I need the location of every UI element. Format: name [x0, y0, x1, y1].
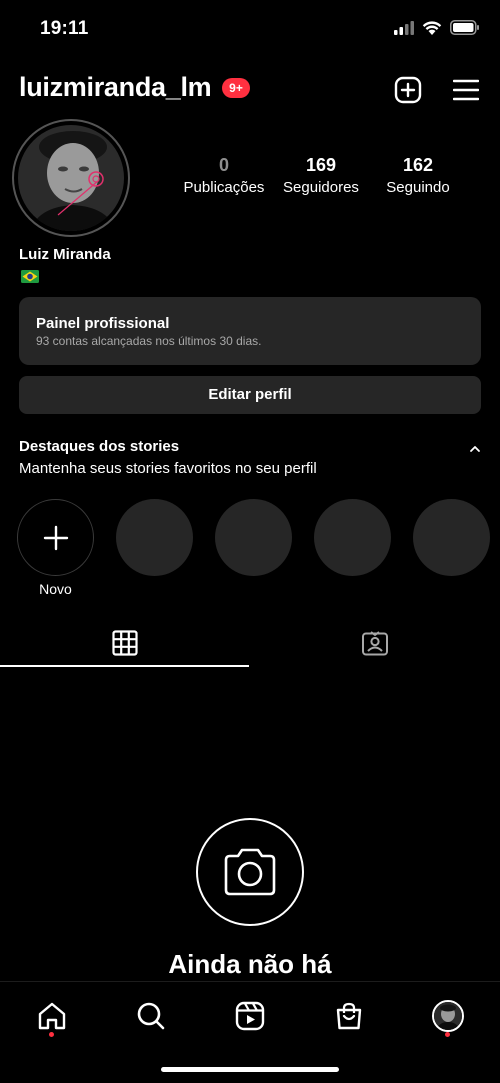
followers-count: 169	[305, 155, 337, 175]
followers-label: Seguidores	[283, 179, 359, 196]
active-tab-indicator	[0, 665, 249, 667]
status-icons	[394, 20, 480, 35]
profile-avatar[interactable]	[12, 119, 130, 237]
highlight-placeholder	[413, 499, 490, 576]
notification-dot	[49, 1032, 54, 1037]
nav-search[interactable]	[131, 996, 171, 1036]
new-highlight-label: Novo	[39, 581, 72, 597]
plus-square-icon	[394, 76, 422, 104]
nav-home[interactable]	[32, 996, 72, 1036]
reels-icon	[235, 1001, 265, 1031]
highlight-placeholder	[116, 499, 193, 576]
tab-tagged[interactable]	[250, 620, 500, 666]
notification-badge[interactable]: 9+	[222, 78, 250, 98]
shop-icon	[336, 1002, 362, 1030]
grid-icon	[112, 630, 138, 656]
search-icon	[137, 1002, 165, 1030]
nav-profile[interactable]	[428, 996, 468, 1036]
brazil-flag-icon	[21, 270, 39, 283]
camera-icon	[224, 848, 276, 896]
tagged-icon	[362, 631, 388, 656]
wifi-icon	[422, 21, 442, 35]
home-icon	[38, 1002, 66, 1030]
tab-posts-grid[interactable]	[0, 620, 250, 666]
profile-avatar-small	[432, 1000, 464, 1032]
posts-label: Publicações	[183, 179, 265, 196]
battery-icon	[450, 20, 479, 35]
hamburger-menu-icon	[453, 79, 479, 101]
professional-dashboard-title: Painel profissional	[36, 315, 170, 332]
posts-count: 0	[218, 155, 229, 175]
profile-header: luizmiranda_lm 9+	[0, 68, 500, 112]
signal-icon	[394, 20, 414, 35]
highlights-title: Destaques dos stories	[19, 438, 180, 455]
new-highlight-button[interactable]	[17, 499, 94, 576]
status-bar: 19:11	[0, 0, 500, 60]
following-label: Seguindo	[386, 179, 450, 196]
nav-reels[interactable]	[230, 996, 270, 1036]
edit-profile-button[interactable]: Editar perfil	[19, 376, 481, 414]
highlights-subtitle: Mantenha seus stories favoritos no seu p…	[19, 460, 317, 477]
menu-button[interactable]	[450, 74, 482, 106]
following-count: 162	[402, 155, 434, 175]
notification-dot	[445, 1032, 450, 1037]
nav-shop[interactable]	[329, 996, 369, 1036]
professional-dashboard-subtitle: 93 contas alcançadas nos últimos 30 dias…	[36, 334, 262, 348]
plus-icon	[43, 525, 68, 550]
profile-tabs	[0, 620, 500, 668]
home-indicator[interactable]	[161, 1067, 339, 1072]
stat-following[interactable]: 162 Seguindo	[380, 155, 456, 196]
username[interactable]: luizmiranda_lm	[19, 72, 212, 103]
empty-state-camera	[196, 818, 304, 926]
empty-state-text: Ainda não há	[168, 949, 332, 979]
chevron-up-icon[interactable]	[468, 442, 482, 456]
profile-name: Luiz Miranda	[19, 246, 111, 263]
create-button[interactable]	[392, 74, 424, 106]
stat-posts[interactable]: 0 Publicações	[179, 155, 269, 196]
stat-followers[interactable]: 169 Seguidores	[277, 155, 365, 196]
highlight-placeholder	[215, 499, 292, 576]
status-time: 19:11	[40, 18, 89, 39]
professional-dashboard[interactable]: Painel profissional 93 contas alcançadas…	[19, 297, 481, 365]
highlight-placeholder	[314, 499, 391, 576]
profile-photo	[18, 125, 124, 231]
